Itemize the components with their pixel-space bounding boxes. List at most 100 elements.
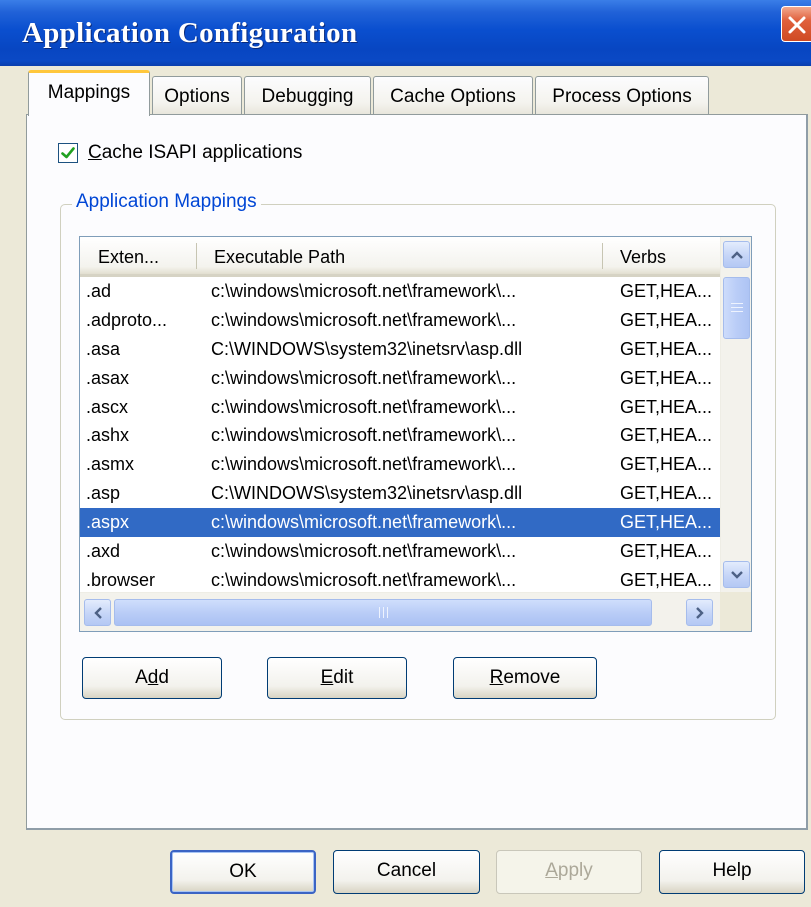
cache-isapi-checkbox[interactable]: [58, 143, 78, 163]
thumb-grip: [387, 607, 388, 618]
cache-isapi-row[interactable]: Cache ISAPI applications: [58, 142, 302, 164]
cell-path: c:\windows\microsoft.net\framework\...: [211, 569, 517, 590]
chevron-left-icon: [93, 606, 102, 619]
table-row[interactable]: .asax c:\windows\microsoft.net\framework…: [80, 364, 720, 393]
horizontal-scrollbar[interactable]: [80, 592, 720, 631]
cell-extension: .adproto...: [86, 309, 168, 330]
tab-cache-options-label: Cache Options: [390, 86, 516, 107]
chevron-down-icon: [730, 570, 743, 579]
tab-cache-options[interactable]: Cache Options: [373, 76, 533, 114]
tab-mappings[interactable]: Mappings: [28, 70, 150, 116]
checkmark-icon: [61, 147, 75, 159]
cell-verbs: GET,HEA...: [620, 541, 713, 562]
cell-extension: .ad: [86, 281, 112, 301]
add-mnemonic: d: [147, 667, 159, 688]
cancel-button[interactable]: Cancel: [333, 850, 480, 894]
scroll-right-button[interactable]: [686, 599, 713, 626]
close-button[interactable]: [781, 6, 811, 42]
close-icon: [788, 16, 806, 34]
cell-extension: .asax: [86, 367, 130, 388]
cell-extension: .aspx: [86, 512, 130, 533]
help-button[interactable]: Help: [659, 850, 805, 894]
cache-isapi-label-rest: ache ISAPI applications: [101, 142, 303, 163]
column-header-verbs[interactable]: Verbs: [602, 237, 720, 274]
mappings-list[interactable]: Exten... Executable Path Verbs .ad c:\wi…: [79, 236, 752, 632]
cell-verbs: GET,HEA...: [620, 281, 713, 301]
cell-verbs: GET,HEA...: [620, 309, 713, 330]
add-button[interactable]: Add: [82, 657, 222, 699]
table-row-selected[interactable]: .aspx c:\windows\microsoft.net\framework…: [80, 508, 720, 538]
cell-verbs: GET,HEA...: [620, 569, 713, 590]
cell-path: c:\windows\microsoft.net\framework\...: [211, 367, 517, 388]
cell-verbs: GET,HEA...: [620, 483, 713, 504]
cell-extension: .asmx: [86, 454, 135, 475]
apply-button[interactable]: Apply: [496, 850, 642, 894]
table-row[interactable]: .adproto... c:\windows\microsoft.net\fra…: [80, 306, 720, 335]
apply-label-end: pply: [557, 860, 593, 881]
tab-options-label: Options: [164, 86, 230, 107]
column-header-executable-path[interactable]: Executable Path: [196, 237, 602, 274]
vertical-scrollbar[interactable]: [720, 237, 751, 592]
window-title: Application Configuration: [22, 17, 358, 49]
scroll-left-button[interactable]: [84, 599, 111, 626]
edit-button[interactable]: Edit: [267, 657, 407, 699]
cell-extension: .ashx: [86, 425, 130, 446]
table-row[interactable]: .ad c:\windows\microsoft.net\framework\.…: [80, 277, 720, 306]
horizontal-scroll-thumb[interactable]: [114, 599, 652, 626]
add-label-end: d: [158, 667, 169, 688]
apply-mnemonic: A: [545, 860, 558, 881]
table-row[interactable]: .asa C:\WINDOWS\system32\inetsrv\asp.dll…: [80, 335, 720, 364]
cell-extension: .asa: [86, 338, 121, 359]
chevron-right-icon: [695, 606, 704, 619]
thumb-grip: [383, 607, 384, 618]
tab-process-options[interactable]: Process Options: [535, 76, 709, 114]
list-rows: .ad c:\windows\microsoft.net\framework\.…: [80, 277, 720, 595]
cell-verbs: GET,HEA...: [620, 454, 713, 475]
scroll-up-button[interactable]: [723, 241, 750, 268]
cell-path: c:\windows\microsoft.net\framework\...: [211, 454, 517, 475]
cache-isapi-label: Cache ISAPI applications: [88, 142, 302, 164]
cell-verbs: GET,HEA...: [620, 396, 713, 417]
table-row[interactable]: .ashx c:\windows\microsoft.net\framework…: [80, 421, 720, 450]
remove-button[interactable]: Remove: [453, 657, 597, 699]
cell-extension: .browser: [86, 569, 156, 590]
table-row[interactable]: .asp C:\WINDOWS\system32\inetsrv\asp.dll…: [80, 479, 720, 508]
remove-mnemonic: R: [489, 667, 504, 688]
scrollbar-corner: [720, 592, 751, 631]
scroll-down-button[interactable]: [723, 561, 750, 588]
cell-path: C:\WINDOWS\system32\inetsrv\asp.dll: [211, 483, 523, 504]
cell-path: c:\windows\microsoft.net\framework\...: [211, 512, 517, 533]
chevron-up-icon: [730, 250, 743, 259]
tab-process-options-label: Process Options: [552, 86, 692, 107]
title-bar[interactable]: Application Configuration: [0, 0, 811, 66]
vertical-scroll-thumb[interactable]: [723, 277, 750, 339]
cell-extension: .axd: [86, 541, 121, 562]
table-row[interactable]: .browser c:\windows\microsoft.net\framew…: [80, 566, 720, 595]
table-row[interactable]: .axd c:\windows\microsoft.net\framework\…: [80, 537, 720, 566]
remove-label-end: emove: [503, 667, 561, 688]
thumb-grip: [731, 311, 743, 312]
tab-options[interactable]: Options: [152, 76, 242, 114]
ok-button[interactable]: OK: [170, 850, 316, 894]
thumb-grip: [731, 307, 743, 308]
cell-extension: .ascx: [86, 396, 129, 417]
thumb-grip: [731, 303, 743, 304]
column-header-extension[interactable]: Exten...: [80, 237, 196, 274]
help-label: Help: [712, 860, 752, 881]
table-row[interactable]: .ascx c:\windows\microsoft.net\framework…: [80, 393, 720, 422]
cell-path: C:\WINDOWS\system32\inetsrv\asp.dll: [211, 338, 523, 359]
add-label-start: A: [135, 667, 148, 688]
cell-path: c:\windows\microsoft.net\framework\...: [211, 309, 517, 330]
tab-debugging[interactable]: Debugging: [244, 76, 371, 114]
cell-path: c:\windows\microsoft.net\framework\...: [211, 396, 517, 417]
tab-debugging-label: Debugging: [261, 86, 354, 107]
table-row[interactable]: .asmx c:\windows\microsoft.net\framework…: [80, 450, 720, 479]
cell-path: c:\windows\microsoft.net\framework\...: [211, 541, 517, 562]
edit-label-end: dit: [333, 667, 354, 688]
cancel-label: Cancel: [376, 860, 437, 881]
edit-mnemonic: E: [320, 667, 334, 688]
cell-verbs: GET,HEA...: [620, 512, 713, 533]
ok-label: OK: [229, 861, 257, 882]
cell-verbs: GET,HEA...: [620, 338, 713, 359]
cell-path: c:\windows\microsoft.net\framework\...: [211, 281, 517, 301]
